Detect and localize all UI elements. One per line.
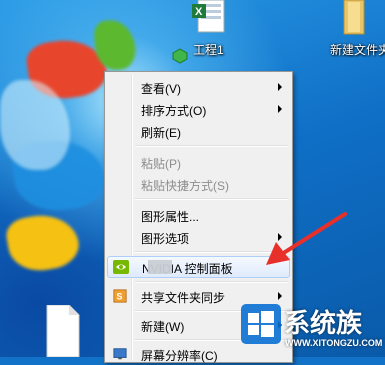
menu-item-label: 图形属性... — [141, 210, 200, 224]
monitor-icon — [113, 348, 127, 360]
menu-separator — [135, 198, 288, 200]
wallpaper-flag-yellow — [3, 209, 83, 276]
submenu-arrow-icon — [278, 83, 282, 91]
excel-file-icon: X — [192, 0, 225, 33]
svg-text:X: X — [195, 6, 203, 18]
green-gem-icon — [172, 48, 188, 64]
submenu-arrow-icon — [278, 105, 282, 113]
desktop-icon-folder[interactable] — [338, 0, 385, 40]
windows-logo-icon — [241, 304, 281, 344]
desktop-icon-document[interactable] — [45, 304, 85, 357]
menu-separator — [135, 281, 288, 283]
menu-item-label: 共享文件夹同步 — [141, 291, 226, 305]
menu-item-paste[interactable]: 粘贴(P) — [107, 151, 290, 173]
menu-item-label: 屏幕分辨率(C) — [141, 349, 218, 363]
folder-icon — [343, 0, 365, 35]
menu-separator — [135, 145, 288, 147]
sync-folder-icon: S — [113, 289, 127, 303]
menu-item-sort[interactable]: 排序方式(O) — [107, 98, 290, 120]
redaction-blur — [148, 260, 172, 274]
menu-item-label: 粘贴(P) — [141, 157, 181, 171]
menu-item-label: 排序方式(O) — [141, 104, 207, 118]
desktop-icon-label-2: 新建文件夹 — [330, 43, 385, 57]
menu-item-label: 查看(V) — [141, 82, 181, 96]
watermark-url: WWW.XITONGZU.COM — [285, 338, 383, 348]
nvidia-icon — [113, 260, 129, 274]
menu-item-label: 新建(W) — [141, 320, 185, 334]
svg-text:S: S — [117, 292, 123, 302]
watermark-title: 系统族 — [284, 308, 363, 338]
desktop-icon-label-1: 工程1 — [193, 43, 224, 57]
menu-item-label: 刷新(E) — [141, 126, 181, 140]
annotation-arrow-icon — [266, 212, 347, 265]
menu-item-refresh[interactable]: 刷新(E) — [107, 120, 290, 142]
menu-item-label: 图形选项 — [141, 232, 190, 246]
document-file-icon — [46, 304, 80, 357]
menu-item-view[interactable]: 查看(V) — [107, 76, 290, 98]
menu-item-paste-shortcut[interactable]: 粘贴快捷方式(S) — [107, 173, 290, 195]
menu-item-label: 粘贴快捷方式(S) — [141, 179, 229, 193]
watermark: 系统族 WWW.XITONGZU.COM — [238, 298, 385, 357]
